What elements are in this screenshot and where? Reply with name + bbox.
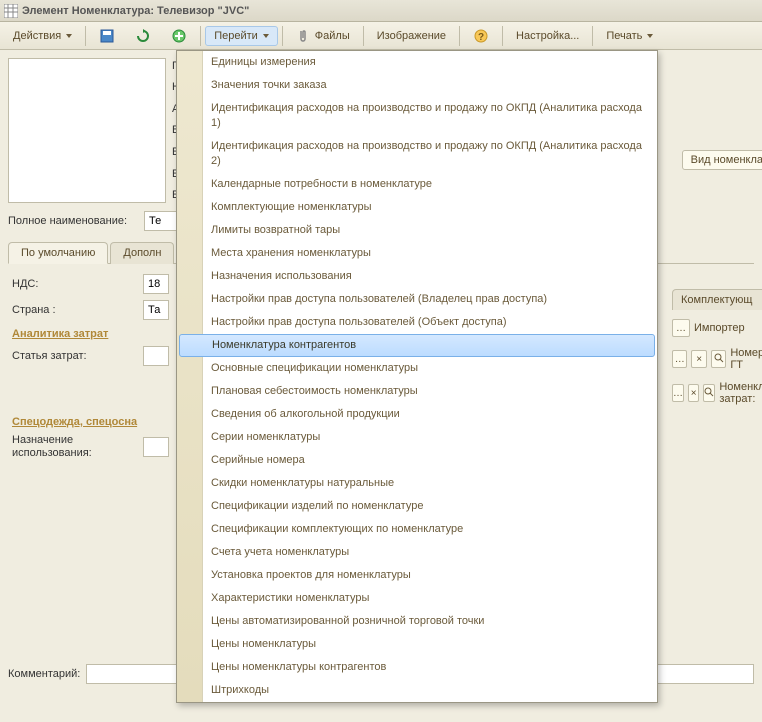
label-country: Страна : [12, 304, 137, 316]
clear-button[interactable]: × [691, 350, 706, 368]
menu-item[interactable]: Цены номенклатуры [177, 633, 657, 656]
menu-item[interactable]: Установка проектов для номенклатуры [177, 564, 657, 587]
menu-item[interactable]: Цены номенклатуры контрагентов [177, 656, 657, 679]
label-cost-item: Статья затрат: [12, 350, 137, 362]
refresh-icon [135, 28, 151, 44]
actions-label: Действия [13, 30, 61, 42]
toolbar-separator [85, 26, 86, 46]
right-column: Комплектующ … Импортер … × Номер ГТ … × … [672, 288, 762, 405]
menu-item[interactable]: Плановая себестоимость номенклатуры [177, 380, 657, 403]
app-grid-icon [4, 4, 18, 18]
label-importer: Импортер [694, 322, 745, 334]
save-icon-button[interactable] [90, 24, 124, 48]
ellipsis-button[interactable]: … [672, 384, 684, 402]
add-icon [171, 28, 187, 44]
cost-item-field[interactable] [143, 346, 169, 366]
label-nom-cost: Номенкла затрат: [719, 381, 762, 405]
title-bar: Элемент Номенклатура: Телевизор "JVC" [0, 0, 762, 22]
menu-item[interactable]: Характеристики номенклатуры [177, 587, 657, 610]
print-label: Печать [606, 30, 642, 42]
menu-item[interactable]: Цены автоматизированной розничной торгов… [177, 610, 657, 633]
menu-item[interactable]: Штрихкоды [177, 679, 657, 702]
tab-default[interactable]: По умолчанию [8, 242, 108, 264]
magnifier-icon [714, 353, 724, 366]
toolbar-separator [363, 26, 364, 46]
menu-item[interactable]: Идентификация расходов на производство и… [177, 97, 657, 135]
go-button[interactable]: Перейти [205, 26, 278, 46]
menu-item[interactable]: Значения точки заказа [177, 74, 657, 97]
settings-label: Настройка... [516, 30, 579, 42]
add-icon-button[interactable] [162, 24, 196, 48]
help-button[interactable]: ? [464, 24, 498, 48]
files-button[interactable]: Файлы [287, 24, 359, 48]
magnifier-icon [704, 387, 714, 400]
menu-item[interactable]: Скидки номенклатуры натуральные [177, 472, 657, 495]
nds-input[interactable] [143, 274, 169, 294]
label-fullname: Полное наименование: [8, 215, 138, 227]
image-button[interactable]: Изображение [368, 26, 455, 46]
toolbar-separator [592, 26, 593, 46]
view-label: Вид номенкла [691, 154, 762, 166]
ellipsis-button[interactable]: … [672, 319, 690, 337]
country-input[interactable] [143, 300, 169, 320]
menu-item[interactable]: Серийные номера [177, 449, 657, 472]
toolbar-separator [200, 26, 201, 46]
toolbar: Действия Перейти Файлы Изображение ? [0, 22, 762, 50]
menu-item[interactable]: Назначения использования [177, 265, 657, 288]
menu-item[interactable]: Номенклатура контрагентов [179, 334, 655, 357]
search-button[interactable] [703, 384, 715, 402]
menu-item[interactable]: Календарные потребности в номенклатуре [177, 173, 657, 196]
tab-additional[interactable]: Дополн [110, 242, 174, 264]
toolbar-separator [502, 26, 503, 46]
help-icon: ? [473, 28, 489, 44]
label-gtd: Номер ГТ [730, 347, 762, 371]
chevron-down-icon [647, 34, 653, 38]
clear-button[interactable]: × [688, 384, 699, 402]
menu-item[interactable]: Настройки прав доступа пользователей (Об… [177, 311, 657, 334]
usage-field[interactable] [143, 437, 169, 457]
settings-button[interactable]: Настройка... [507, 26, 588, 46]
refresh-icon-button[interactable] [126, 24, 160, 48]
menu-item[interactable]: Счета учета номенклатуры [177, 541, 657, 564]
files-label: Файлы [315, 30, 350, 42]
go-menu: Единицы измеренияЗначения точки заказаИд… [176, 50, 658, 703]
label-usage: Назначение использования: [12, 434, 137, 460]
label-nds: НДС: [12, 278, 137, 290]
menu-item[interactable]: Основные спецификации номенклатуры [177, 357, 657, 380]
go-label: Перейти [214, 30, 258, 42]
menu-item[interactable]: Единицы измерения [177, 51, 657, 74]
menu-item[interactable]: Спецификации комплектующих по номенклату… [177, 518, 657, 541]
search-button[interactable] [711, 350, 726, 368]
label-comment: Комментарий: [8, 668, 80, 680]
menu-item[interactable]: Места хранения номенклатуры [177, 242, 657, 265]
menu-item[interactable]: Сведения об алкогольной продукции [177, 403, 657, 426]
toolbar-separator [282, 26, 283, 46]
print-button[interactable]: Печать [597, 26, 662, 46]
menu-item[interactable]: Лимиты возвратной тары [177, 219, 657, 242]
image-label: Изображение [377, 30, 446, 42]
clip-icon [296, 28, 312, 44]
toolbar-separator [459, 26, 460, 46]
menu-item[interactable]: Комплектующие номенклатуры [177, 196, 657, 219]
chevron-down-icon [263, 34, 269, 38]
menu-item[interactable]: Идентификация расходов на производство и… [177, 135, 657, 173]
svg-text:?: ? [478, 32, 484, 43]
image-preview[interactable] [8, 58, 166, 203]
actions-button[interactable]: Действия [4, 26, 81, 46]
window-title: Элемент Номенклатура: Телевизор "JVC" [22, 5, 249, 17]
menu-item[interactable]: Спецификации изделий по номенклатуре [177, 495, 657, 518]
menu-item[interactable]: Настройки прав доступа пользователей (Вл… [177, 288, 657, 311]
chevron-down-icon [66, 34, 72, 38]
ellipsis-button[interactable]: … [672, 350, 687, 368]
tab-kit[interactable]: Комплектующ [672, 289, 762, 310]
menu-item[interactable]: Серии номенклатуры [177, 426, 657, 449]
save-icon [99, 28, 115, 44]
view-nomenclature-button[interactable]: Вид номенкла [682, 150, 762, 170]
